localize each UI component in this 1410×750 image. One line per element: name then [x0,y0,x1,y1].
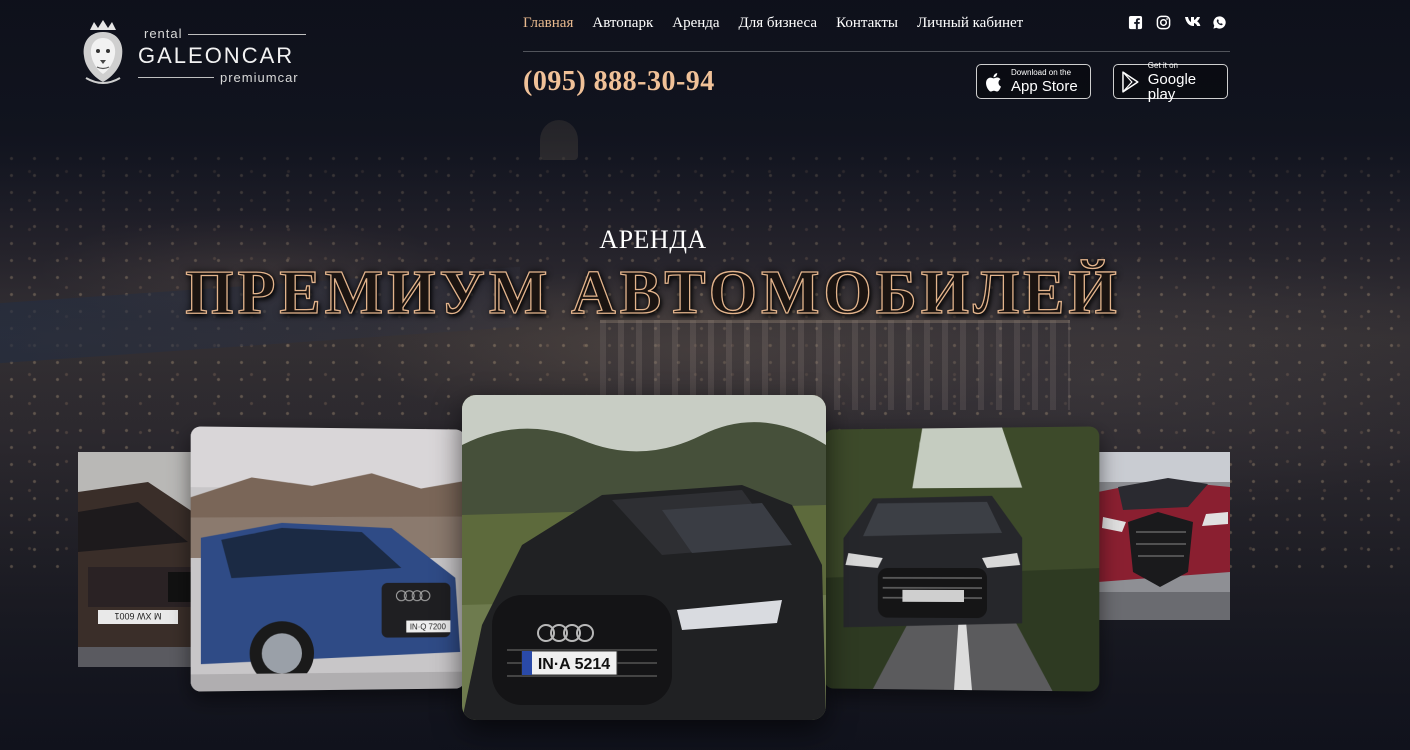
header-divider [523,51,1230,52]
car-photo-lexus [1098,452,1230,620]
plate-audi-q7: IN·Q 7200 [410,622,447,631]
carousel-slide-lexus[interactable] [1098,452,1230,620]
logo-rule [188,34,306,35]
instagram-icon[interactable] [1156,15,1171,30]
hero-title: ПРЕМИУМ АВТОМОБИЛЕЙ [185,258,1121,327]
logo-rental-text: rental [144,26,183,41]
carousel-slide-bmw[interactable]: M XW 6001 [78,452,208,667]
whatsapp-icon[interactable] [1212,15,1227,30]
main-nav: Главная Автопарк Аренда Для бизнеса Конт… [523,15,1023,32]
car-photo-bmw: M XW 6001 [78,452,208,667]
logo-name: GALEONCAR [138,43,295,68]
facebook-icon[interactable] [1128,15,1143,30]
logo-subtitle: premiumcar [220,70,299,85]
vk-icon[interactable] [1184,15,1201,30]
car-photo-audi-q7: IN·Q 7200 [190,426,466,692]
nav-item-business[interactable]: Для бизнеса [739,15,818,32]
nav-item-account[interactable]: Личный кабинет [917,15,1023,32]
google-play-small: Get it on [1147,60,1179,70]
google-play-icon [1122,70,1139,93]
google-play-button[interactable]: Get it on Google play [1113,60,1228,103]
hero-subtitle: АРЕНДА [599,225,707,254]
car-photo-audi-a5: IN·A 5214 [462,395,826,720]
carousel-slide-audi-q7[interactable]: IN·Q 7200 [190,426,466,692]
app-store-small: Download on the [1011,68,1072,77]
phone-number[interactable]: (095) 888-30-94 [523,66,715,98]
nav-item-fleet[interactable]: Автопарк [592,15,653,32]
carousel-slide-audi-a5[interactable]: IN·A 5214 [462,395,826,720]
plate-audi-a5: IN·A 5214 [538,656,610,673]
nav-item-rental[interactable]: Аренда [672,15,719,32]
logo-rule [138,77,214,78]
lion-crest-icon [83,20,123,84]
social-links [1128,15,1227,30]
plate-bmw: M XW 6001 [114,611,161,621]
app-store-button[interactable]: Download on the App Store [976,64,1091,99]
apple-icon [986,72,1001,92]
logo[interactable]: rental GALEONCAR premiumcar [80,18,310,90]
google-play-label: Google play [1147,70,1197,103]
nav-item-home[interactable]: Главная [523,15,573,32]
app-store-label: App Store [1011,78,1078,95]
car-photo-audi-dark [823,426,1100,692]
nav-item-contacts[interactable]: Контакты [836,15,898,32]
carousel-slide-audi-dark[interactable] [823,426,1100,692]
